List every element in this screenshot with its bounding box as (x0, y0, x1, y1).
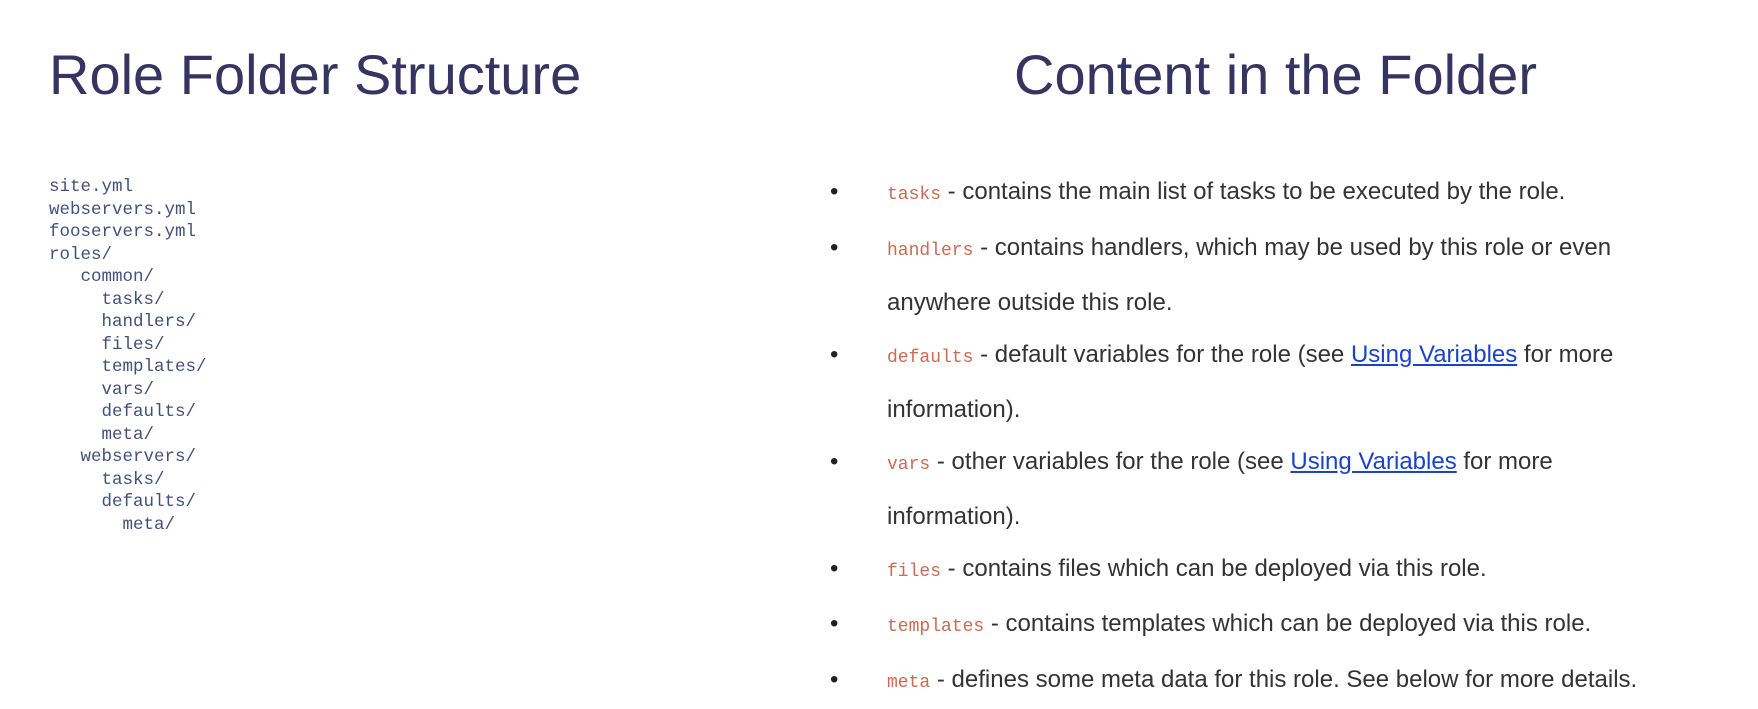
tree-line: vars/ (49, 379, 207, 402)
tree-line: handlers/ (49, 311, 207, 334)
list-item-meta: • meta - defines some meta data for this… (830, 654, 1735, 709)
list-item-defaults: • defaults - default variables for the r… (830, 329, 1735, 436)
item-description: - contains templates which can be deploy… (984, 610, 1591, 637)
item-description: - defines some meta data for this role. … (930, 666, 1637, 693)
item-description-continued: anywhere outside this role. (887, 289, 1173, 316)
code-term: handlers (887, 241, 973, 261)
list-item-files: • files - contains files which can be de… (830, 543, 1735, 599)
item-description-tail: for more (1517, 341, 1613, 368)
item-description: - contains files which can be deployed v… (941, 555, 1487, 582)
tree-line: defaults/ (49, 401, 207, 424)
item-description: - contains handlers, which may be used b… (973, 234, 1611, 261)
folder-tree: site.yml webservers.yml fooservers.yml r… (49, 176, 207, 536)
item-description: - other variables for the role (see (930, 448, 1290, 475)
right-title: Content in the Folder (1014, 42, 1537, 107)
item-description-continued: information). (887, 503, 1020, 530)
list-item-vars: • vars - other variables for the role (s… (830, 436, 1735, 543)
code-term: vars (887, 455, 930, 475)
code-term: tasks (887, 185, 941, 205)
list-item-handlers: • handlers - contains handlers, which ma… (830, 222, 1735, 329)
tree-line: files/ (49, 334, 207, 357)
using-variables-link[interactable]: Using Variables (1351, 341, 1517, 368)
tree-line: templates/ (49, 356, 207, 379)
bullet-icon: • (830, 436, 838, 488)
using-variables-link[interactable]: Using Variables (1290, 448, 1456, 475)
tree-line: defaults/ (49, 491, 207, 514)
code-term: meta (887, 673, 930, 693)
bullet-icon: • (830, 654, 838, 706)
item-description: - default variables for the role (see (973, 341, 1351, 368)
left-title: Role Folder Structure (49, 42, 581, 107)
bullet-icon: • (830, 222, 838, 274)
code-term: defaults (887, 348, 973, 368)
tree-line: webservers/ (49, 446, 207, 469)
bullet-icon: • (830, 543, 838, 595)
item-description: - contains the main list of tasks to be … (941, 178, 1565, 205)
content-list: • tasks - contains the main list of task… (830, 166, 1735, 709)
list-item-tasks: • tasks - contains the main list of task… (830, 166, 1735, 222)
tree-line: common/ (49, 266, 207, 289)
bullet-icon: • (830, 166, 838, 218)
tree-line: fooservers.yml (49, 221, 207, 244)
tree-line: meta/ (49, 424, 207, 447)
item-description-tail: for more (1457, 448, 1553, 475)
tree-line: site.yml (49, 176, 207, 199)
tree-line: tasks/ (49, 289, 207, 312)
tree-line: meta/ (49, 514, 207, 537)
tree-line: roles/ (49, 244, 207, 267)
tree-line: tasks/ (49, 469, 207, 492)
code-term: files (887, 562, 941, 582)
list-item-templates: • templates - contains templates which c… (830, 598, 1735, 654)
item-description-continued: information). (887, 396, 1020, 423)
bullet-icon: • (830, 598, 838, 650)
code-term: templates (887, 617, 984, 637)
slide: Role Folder Structure Content in the Fol… (0, 0, 1758, 698)
tree-line: webservers.yml (49, 199, 207, 222)
bullet-icon: • (830, 329, 838, 381)
